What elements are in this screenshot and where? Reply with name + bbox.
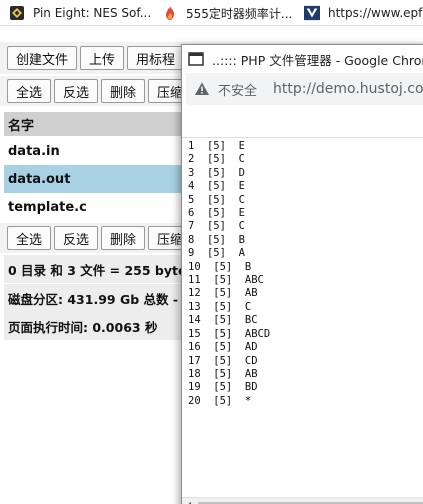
standard-program-button[interactable]: 用标程 (127, 46, 185, 70)
popup-title: ..:::: PHP 文件管理器 - Google Chrome (212, 52, 423, 68)
content-line: 6 [5] E (188, 207, 245, 220)
popup-window: ..:::: PHP 文件管理器 - Google Chrome 不安全 htt… (181, 44, 423, 504)
bookmark-555-timer[interactable]: 555定时器频率计... (162, 0, 293, 25)
horizontal-scrollbar[interactable] (182, 497, 423, 504)
content-line: 5 [5] C (188, 193, 245, 206)
delete-button[interactable]: 删除 (101, 79, 146, 103)
flame-icon (162, 5, 178, 21)
disk-text: 磁盘分区: 431.99 Gb 总数 - (8, 291, 179, 307)
invert-selection-button[interactable]: 反选 (54, 79, 99, 103)
content-line: 1 [5] E (188, 140, 245, 152)
popup-titlebar[interactable]: ..:::: PHP 文件管理器 - Google Chrome (182, 45, 423, 73)
warning-icon[interactable] (194, 81, 210, 97)
app-window-icon (188, 51, 204, 67)
content-line: 14 [5] BC (188, 314, 258, 327)
bookmark-label: Pin Eight: NES Sof... (33, 6, 152, 20)
content-line: 10 [5] B (188, 260, 252, 273)
content-line: 11 [5] ABC (188, 274, 264, 287)
name-column-header[interactable]: 名字 (8, 115, 34, 134)
file-name[interactable]: data.out (8, 172, 70, 187)
content-line: 16 [5] AD (188, 341, 258, 354)
content-line: 4 [5] E (188, 180, 245, 193)
bookmark-label: https://www.epfc (328, 6, 423, 20)
content-line: 13 [5] C (188, 300, 252, 313)
content-line: 12 [5] AB (188, 287, 258, 300)
url-text[interactable]: http://demo.hustoj.com (273, 81, 423, 97)
bookmark-pin-eight[interactable]: Pin Eight: NES Sof... (9, 0, 152, 25)
summary-text: 0 目录 和 3 文件 = 255 byte (8, 262, 187, 278)
content-line: 17 [5] CD (188, 354, 258, 367)
content-line: 19 [5] BD (188, 381, 258, 394)
file-name[interactable]: template.c (8, 200, 87, 215)
upload-button[interactable]: 上传 (80, 46, 125, 70)
content-line: 15 [5] ABCD (188, 327, 271, 340)
content-line: 20 [5] * (188, 394, 252, 407)
content-line: 3 [5] D (188, 166, 245, 179)
invert-selection-button[interactable]: 反选 (54, 226, 99, 250)
exec-time-text: 页面执行时间: 0.0063 秒 (8, 319, 158, 335)
content-line: 18 [5] AB (188, 367, 258, 380)
file-content-text: 1 [5] E2 [5] C3 [5] D4 [5] E5 [5] C6 [5]… (188, 140, 423, 408)
select-all-button[interactable]: 全选 (7, 226, 52, 250)
content-line: 7 [5] C (188, 220, 245, 233)
create-file-button[interactable]: 创建文件 (7, 46, 78, 70)
bookmark-epfc[interactable]: https://www.epfc (304, 0, 423, 25)
select-all-button[interactable]: 全选 (7, 79, 52, 103)
pin-eight-icon (9, 5, 25, 21)
content-line: 8 [5] B (188, 233, 245, 246)
content-line: 9 [5] A (188, 247, 245, 260)
bookmark-label: 555定时器频率计... (186, 6, 293, 21)
address-bar[interactable]: 不安全 http://demo.hustoj.com (186, 73, 423, 105)
insecure-label[interactable]: 不安全 (218, 80, 257, 99)
content-line: 2 [5] C (188, 153, 245, 166)
v-logo-icon (304, 5, 320, 21)
delete-button[interactable]: 删除 (101, 226, 146, 250)
bookmarks-bar: Pin Eight: NES Sof... 555定时器频率计... https… (0, 0, 423, 26)
file-name[interactable]: data.in (8, 144, 60, 159)
file-content-view: 1 [5] E2 [5] C3 [5] D4 [5] E5 [5] C6 [5]… (182, 137, 423, 497)
